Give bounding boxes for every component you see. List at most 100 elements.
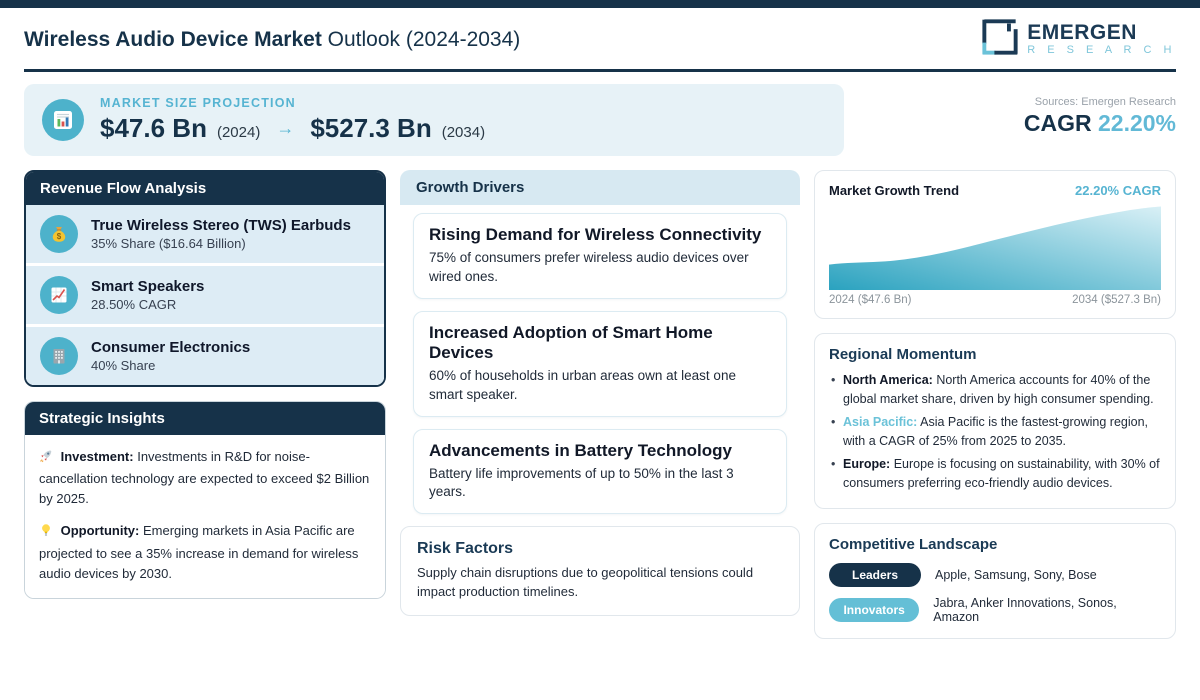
- strategic-insights-body: Investment: Investments in R&D for noise…: [25, 435, 385, 598]
- svg-text:$: $: [57, 232, 62, 241]
- rocket-icon: [39, 449, 53, 469]
- bar-chart-icon: [42, 99, 84, 141]
- growth-drivers-section: Growth Drivers Rising Demand for Wireles…: [400, 170, 800, 515]
- right-column: Market Growth Trend 22.20% CAGR 2024 ($4…: [814, 170, 1176, 640]
- emergen-logo: EMERGEN R E S E A R C H: [981, 18, 1176, 61]
- driver-text: Battery life improvements of up to 50% i…: [429, 465, 734, 500]
- regional-momentum-title: Regional Momentum: [829, 346, 977, 363]
- end-year: (2034): [441, 124, 486, 141]
- item-title: Consumer Electronics: [91, 339, 251, 356]
- list-item: North America: North America accounts fo…: [829, 371, 1161, 410]
- region-label: North America:: [843, 373, 933, 387]
- strategic-insights-card: Strategic Insights Investment: Investmen…: [24, 401, 386, 599]
- growth-driver-card: Advancements in Battery Technology Batte…: [413, 428, 787, 515]
- trend-title: Market Growth Trend: [829, 183, 960, 198]
- left-column: Revenue Flow Analysis $ True Wireless St…: [24, 170, 386, 599]
- driver-title: Increased Adoption of Smart Home Devices: [429, 322, 713, 362]
- region-label: Asia Pacific:: [843, 414, 918, 429]
- banner-meta: Sources: Emergen Research CAGR 22.20%: [864, 84, 1176, 156]
- strategic-insights-title: Strategic Insights: [25, 402, 385, 435]
- cagr-line: CAGR 22.20%: [864, 110, 1176, 137]
- trend-chart-icon: [40, 276, 78, 314]
- risk-factors-title: Risk Factors: [417, 540, 514, 558]
- insight-item: Investment: Investments in R&D for noise…: [39, 447, 371, 509]
- item-subtitle: 28.50% CAGR: [91, 297, 177, 312]
- risk-factors-text: Supply chain disruptions due to geopolit…: [417, 565, 754, 600]
- regional-momentum-list: North America: North America accounts fo…: [829, 371, 1161, 493]
- arrow-right-icon: →: [276, 118, 295, 138]
- list-item: Smart Speakers 28.50% CAGR: [26, 266, 384, 324]
- item-title: True Wireless Stereo (TWS) Earbuds: [91, 217, 351, 234]
- top-accent-bar: [0, 0, 1200, 8]
- risk-factors-card: Risk Factors Supply chain disruptions du…: [400, 526, 800, 617]
- list-item: Consumer Electronics 40% Share: [26, 327, 384, 385]
- list-item-text: True Wireless Stereo (TWS) Earbuds 35% S…: [91, 217, 351, 251]
- competitive-landscape-title: Competitive Landscape: [829, 536, 998, 554]
- list-item-text: Smart Speakers 28.50% CAGR: [91, 278, 204, 312]
- leaders-companies: Apple, Samsung, Sony, Bose: [935, 568, 1097, 583]
- item-subtitle: 35% Share ($16.64 Billion): [91, 236, 246, 251]
- driver-text: 60% of households in urban areas own at …: [429, 367, 736, 402]
- end-value: $527.3 Bn: [310, 113, 432, 143]
- innovators-badge: Innovators: [829, 598, 920, 623]
- trend-cagr: 22.20% CAGR: [1075, 183, 1161, 198]
- growth-drivers-title: Growth Drivers: [400, 170, 800, 205]
- header-divider: [24, 69, 1176, 72]
- banner-label: MARKET SIZE PROJECTION: [100, 96, 296, 110]
- logo-line1: EMERGEN: [1027, 20, 1137, 44]
- trend-axis-labels: 2024 ($47.6 Bn) 2034 ($527.3 Bn): [829, 294, 1161, 306]
- market-size-banner: MARKET SIZE PROJECTION $47.6 Bn (2024) →…: [24, 84, 844, 156]
- list-item: $ True Wireless Stereo (TWS) Earbuds 35%…: [26, 205, 384, 263]
- region-text: Europe is focusing on sustainability, wi…: [843, 456, 1160, 490]
- growth-area-chart: [829, 206, 1161, 290]
- leaders-badge: Leaders: [829, 563, 921, 588]
- main-grid: Revenue Flow Analysis $ True Wireless St…: [0, 170, 1200, 640]
- building-icon: [40, 337, 78, 375]
- list-item-text: Consumer Electronics 40% Share: [91, 339, 250, 373]
- page-title-bold: Wireless Audio Device Market: [24, 27, 322, 51]
- landscape-row: Leaders Apple, Samsung, Sony, Bose: [829, 563, 1161, 588]
- cagr-label: CAGR: [1023, 110, 1092, 136]
- light-bulb-icon: [39, 523, 53, 543]
- middle-column: Growth Drivers Rising Demand for Wireles…: [400, 170, 800, 617]
- insight-label: Investment:: [60, 449, 134, 464]
- trend-end-label: 2034 ($527.3 Bn): [1072, 294, 1161, 306]
- driver-title: Advancements in Battery Technology: [429, 440, 732, 460]
- list-item: Europe: Europe is focusing on sustainabi…: [829, 455, 1161, 494]
- growth-driver-card: Rising Demand for Wireless Connectivity …: [413, 213, 787, 299]
- infographic-page: Wireless Audio Device Market Outlook (20…: [0, 0, 1200, 700]
- cagr-value: 22.20%: [1097, 110, 1176, 136]
- emergen-logo-text: EMERGEN R E S E A R C H: [1027, 22, 1176, 57]
- logo-line2: R E S E A R C H: [1027, 43, 1176, 56]
- page-title-rest: Outlook (2024-2034): [321, 27, 521, 51]
- growth-driver-card: Increased Adoption of Smart Home Devices…: [413, 310, 787, 417]
- page-title: Wireless Audio Device Market Outlook (20…: [24, 28, 520, 52]
- driver-text: 75% of consumers prefer wireless audio d…: [429, 250, 749, 284]
- banner-values: $47.6 Bn (2024) → $527.3 Bn (2034): [100, 113, 485, 144]
- market-growth-trend-card: Market Growth Trend 22.20% CAGR 2024 ($4…: [814, 170, 1176, 319]
- list-item: Asia Pacific: Asia Pacific is the fastes…: [829, 413, 1161, 452]
- revenue-flow-rows: $ True Wireless Stereo (TWS) Earbuds 35%…: [26, 205, 384, 385]
- emergen-logo-icon: [981, 18, 1019, 61]
- insight-label: Opportunity:: [60, 523, 140, 539]
- item-subtitle: 40% Share: [91, 358, 156, 373]
- driver-title: Rising Demand for Wireless Connectivity: [429, 225, 762, 244]
- item-title: Smart Speakers: [91, 278, 205, 295]
- trend-header: Market Growth Trend 22.20% CAGR: [829, 183, 1161, 198]
- innovators-companies: Jabra, Anker Innovations, Sonos, Amazon: [933, 596, 1117, 625]
- growth-drivers-cards: Rising Demand for Wireless Connectivity …: [400, 205, 800, 515]
- insight-item: Opportunity: Emerging markets in Asia Pa…: [39, 521, 371, 583]
- sources-text: Sources: Emergen Research: [1034, 96, 1176, 108]
- region-label: Europe:: [843, 456, 891, 471]
- start-value: $47.6 Bn: [100, 113, 207, 143]
- competitive-landscape-card: Competitive Landscape Leaders Apple, Sam…: [814, 523, 1176, 640]
- landscape-row: Innovators Jabra, Anker Innovations, Son…: [829, 596, 1161, 624]
- trend-start-label: 2024 ($47.6 Bn): [829, 294, 912, 306]
- regional-momentum-card: Regional Momentum North America: North A…: [814, 333, 1176, 510]
- revenue-flow-card: Revenue Flow Analysis $ True Wireless St…: [24, 170, 386, 387]
- revenue-flow-title: Revenue Flow Analysis: [26, 172, 384, 205]
- money-bag-icon: $: [40, 215, 78, 253]
- banner-values-block: MARKET SIZE PROJECTION $47.6 Bn (2024) →…: [100, 96, 485, 144]
- page-header: Wireless Audio Device Market Outlook (20…: [0, 8, 1200, 69]
- start-year: (2024): [216, 124, 261, 141]
